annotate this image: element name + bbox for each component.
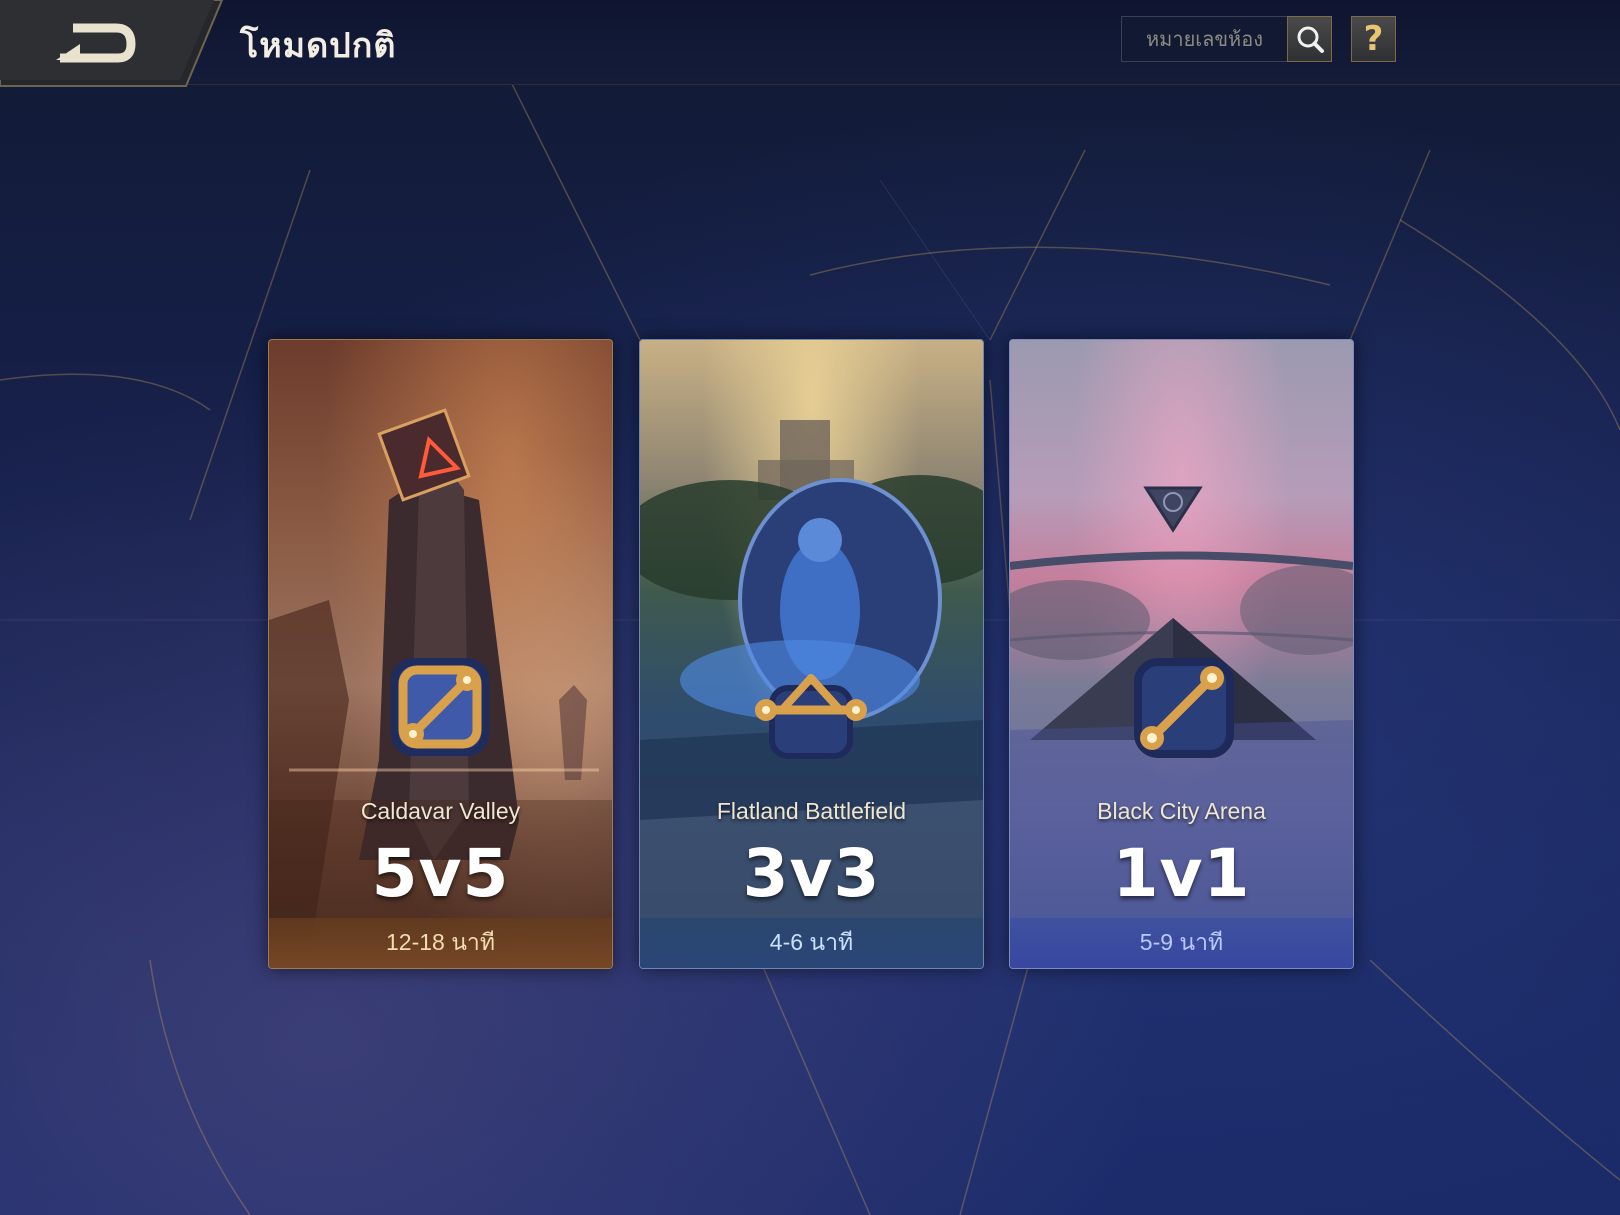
search-button[interactable]: [1287, 16, 1332, 62]
mode-card-1v1[interactable]: Black City Arena 1v1 5-9 นาที: [1009, 339, 1354, 969]
team-size: 3v3: [742, 835, 881, 912]
search-icon: [1297, 26, 1324, 53]
match-duration: 4-6 นาที: [640, 918, 983, 968]
room-number-search-field[interactable]: [1121, 16, 1288, 62]
page-title: โหมดปกติ: [240, 26, 397, 66]
map-name: Black City Arena: [1097, 798, 1266, 824]
mode-card-5v5[interactable]: Caldavar Valley 5v5 12-18 นาที: [268, 339, 613, 969]
map-name: Flatland Battlefield: [716, 798, 907, 824]
map-name: Caldavar Valley: [360, 798, 521, 824]
team-size: 1v1: [1112, 835, 1251, 912]
match-duration: 5-9 นาที: [1010, 918, 1353, 968]
mode-card-3v3[interactable]: Flatland Battlefield 3v3 4-6 นาที: [639, 339, 984, 969]
one-node-link-icon: [1134, 658, 1234, 758]
three-node-triangle-icon: [755, 674, 867, 759]
question-icon: ?: [1363, 19, 1384, 59]
match-duration: 12-18 นาที: [269, 918, 612, 968]
help-button[interactable]: ?: [1351, 16, 1396, 62]
back-button[interactable]: [0, 0, 228, 88]
team-size: 5v5: [371, 835, 510, 912]
room-number-input[interactable]: [1122, 17, 1287, 61]
two-node-square-icon: [391, 658, 489, 756]
top-bar: โหมดปกติ ?: [0, 0, 1620, 88]
